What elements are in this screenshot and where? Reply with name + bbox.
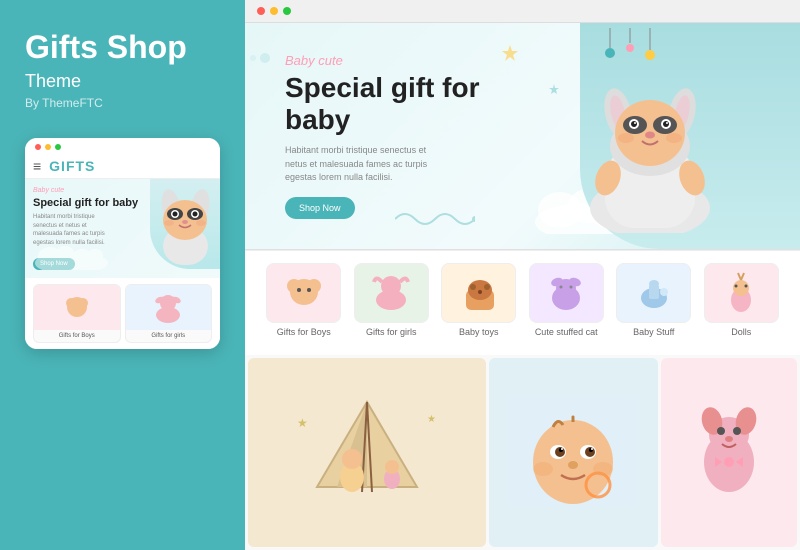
product-thumbnail: [354, 263, 429, 323]
browser-toolbar: [245, 0, 800, 23]
main-subtitle: Theme: [25, 71, 81, 92]
product-thumbnail: [529, 263, 604, 323]
hero-content: Baby cute Special gift for baby Habitant…: [285, 53, 505, 219]
gallery-item: ★ ★: [248, 358, 486, 547]
dot-yellow: [45, 144, 51, 150]
hero-baby-image-area: [500, 23, 800, 249]
products-row: Gifts for Boys Gifts for girls: [265, 263, 780, 337]
right-panel: Baby cute Special gift for baby Habitant…: [245, 0, 800, 550]
product-label: Gifts for girls: [126, 330, 212, 342]
mobile-hero-desc: Habitant morbi tristique senectus et net…: [33, 213, 113, 247]
mobile-mockup: ≡ GIFTS: [25, 138, 220, 349]
mobile-body: ≡ GIFTS: [25, 154, 220, 349]
product-label: Gifts for Boys: [34, 330, 120, 342]
product-thumbnail: [441, 263, 516, 323]
product-label: Gifts for Boys: [277, 327, 331, 337]
left-panel: Gifts Shop Theme By ThemeFTC ≡ GIFTS: [0, 0, 245, 550]
dot-green: [55, 144, 61, 150]
shop-now-button[interactable]: Shop Now: [285, 197, 355, 219]
product-image: [126, 285, 212, 330]
gallery-item: [489, 358, 659, 547]
list-item: Baby Stuff: [616, 263, 691, 337]
list-item: Baby toys: [441, 263, 516, 337]
by-line: By ThemeFTC: [25, 96, 103, 110]
product-thumbnail: [704, 263, 779, 323]
product-thumbnail: [266, 263, 341, 323]
product-image: [34, 285, 120, 330]
mobile-products: Gifts for Boys Gifts for girls: [25, 278, 220, 349]
list-item: Gifts for Boys: [266, 263, 341, 337]
svg-text:★: ★: [297, 416, 308, 430]
gallery-section: ★ ★: [245, 355, 800, 550]
desktop-hero: Baby cute Special gift for baby Habitant…: [245, 23, 800, 249]
product-label: Baby Stuff: [633, 327, 674, 337]
gallery-item: [661, 358, 797, 547]
mobile-logo: GIFTS: [49, 158, 95, 174]
main-title: Gifts Shop: [25, 30, 187, 65]
browser-dot-yellow: [270, 7, 278, 15]
browser-mockup: Baby cute Special gift for baby Habitant…: [245, 0, 800, 550]
product-thumbnail: [616, 263, 691, 323]
mobile-baby-image: [150, 179, 220, 269]
dot-red: [35, 144, 41, 150]
browser-dot-red: [257, 7, 265, 15]
list-item: Cute stuffed cat: [529, 263, 604, 337]
product-label: Dolls: [731, 327, 751, 337]
mobile-nav: ≡ GIFTS: [25, 154, 220, 179]
list-item: Gifts for girls: [125, 284, 213, 343]
list-item: Gifts for Boys: [33, 284, 121, 343]
product-label: Cute stuffed cat: [535, 327, 598, 337]
product-label: Baby toys: [459, 327, 499, 337]
products-section: Gifts for Boys Gifts for girls: [245, 250, 800, 355]
list-item: Gifts for girls: [354, 263, 429, 337]
hamburger-icon: ≡: [33, 158, 41, 174]
hero-title: Special gift for baby: [285, 72, 505, 136]
mobile-hero: Baby cute Special gift for baby Habitant…: [25, 179, 220, 278]
mobile-top-bar: [25, 138, 220, 154]
browser-dot-green: [283, 7, 291, 15]
list-item: Dolls: [704, 263, 779, 337]
product-label: Gifts for girls: [366, 327, 417, 337]
hero-description: Habitant morbi tristique senectus et net…: [285, 144, 445, 185]
svg-text:★: ★: [427, 414, 436, 425]
hero-tag: Baby cute: [285, 53, 505, 68]
